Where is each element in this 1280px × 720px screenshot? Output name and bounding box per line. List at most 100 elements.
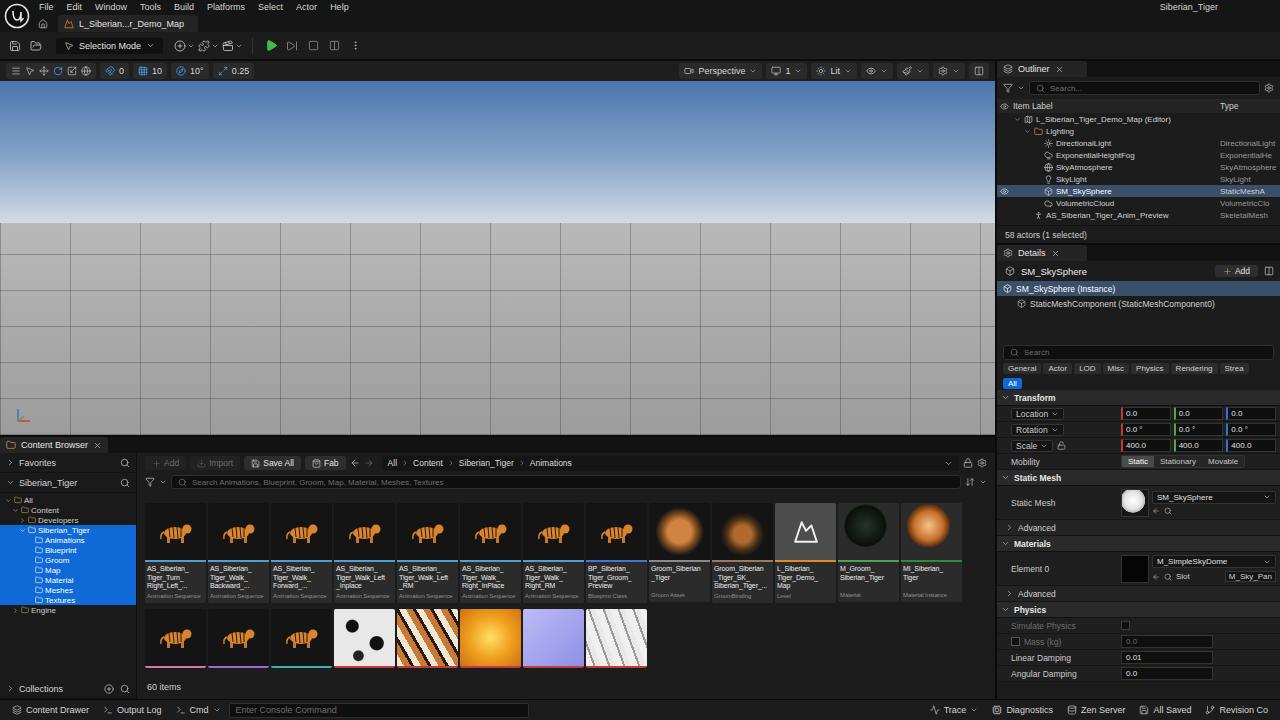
asset-search-field[interactable]: Search Animations, Blueprint, Groom, Map… <box>171 475 961 489</box>
view-mode-button[interactable]: Perspective <box>679 63 762 79</box>
outliner-row[interactable]: Lighting <box>997 125 1280 137</box>
import-button[interactable]: Import <box>190 456 240 470</box>
override-checkbox[interactable] <box>1011 637 1020 646</box>
asset-tile[interactable] <box>334 609 395 668</box>
use-selected-icon[interactable] <box>1152 507 1160 515</box>
back-icon[interactable] <box>350 458 360 468</box>
folder-tree-item[interactable]: Siberian_Tiger <box>0 525 136 535</box>
menu-item[interactable]: Select <box>253 2 291 12</box>
browse-button[interactable] <box>27 36 45 56</box>
asset-tile[interactable]: AS_Siberian_Tiger_Turn_Right_Left_...Ani… <box>145 503 206 603</box>
close-icon[interactable] <box>93 441 102 450</box>
category-filter[interactable]: General <box>1003 363 1041 374</box>
category-filter[interactable]: Misc <box>1103 363 1129 374</box>
asset-tile[interactable] <box>397 609 458 668</box>
asset-picker[interactable]: SM_SkySphere <box>1152 491 1276 504</box>
filter-icon[interactable] <box>145 477 155 487</box>
viewport-scene[interactable] <box>0 81 995 435</box>
menu-item[interactable]: Build <box>169 2 202 12</box>
menu-item[interactable]: File <box>34 2 62 12</box>
vector-field[interactable]: 400.0 <box>1226 439 1276 452</box>
asset-tile[interactable]: MI_Siberian_TigerMaterial Instance <box>901 503 962 602</box>
layout-button[interactable] <box>969 63 989 79</box>
filter-icon[interactable] <box>1003 83 1013 93</box>
details-search[interactable]: Search <box>1003 345 1274 360</box>
section-header[interactable]: Materials <box>997 536 1280 552</box>
folder-tree-item[interactable]: Animations <box>0 535 136 545</box>
transform-mode-dropdown[interactable]: Location <box>1011 408 1064 420</box>
play-button[interactable] <box>262 36 280 56</box>
snap-control[interactable]: 0.25 <box>213 63 255 79</box>
path-crumb[interactable]: Siberian_Tiger <box>459 458 514 468</box>
advance-frame-button[interactable] <box>283 36 301 56</box>
asset-tile[interactable]: BP_Siberian_Tiger_Groom_PreviewBlueprint… <box>586 503 647 603</box>
menu-item[interactable]: Help <box>325 2 357 12</box>
outliner-tab[interactable]: Outliner <box>997 61 1087 77</box>
outliner-row[interactable]: SM_SkySphereStaticMeshA <box>997 185 1280 197</box>
component-row[interactable]: SM_SkySphere (Instance) <box>997 281 1280 296</box>
favorites-header[interactable]: Favorites <box>0 453 136 473</box>
asset-tile[interactable]: AS_Siberian_Tiger_Walk_Left_InplaceAnima… <box>334 503 395 603</box>
trace-button[interactable]: Trace <box>924 705 985 715</box>
menu-item[interactable]: Edit <box>62 2 91 12</box>
revision-button[interactable]: Revision Co <box>1199 705 1274 715</box>
scale-icon[interactable] <box>67 66 77 76</box>
section-header[interactable]: Transform <box>997 390 1280 406</box>
folder-tree-item[interactable]: Content <box>0 505 136 515</box>
path-history-icon[interactable] <box>944 459 953 468</box>
console-input[interactable]: Enter Console Command <box>229 703 529 718</box>
asset-tile[interactable]: AS_Siberian_Tiger_Walk_Left_RMAnimation … <box>397 503 458 603</box>
world-space-icon[interactable] <box>81 66 91 76</box>
snap-control[interactable]: 10° <box>171 63 209 79</box>
number-field[interactable]: 0.0 <box>1121 635 1213 648</box>
number-field[interactable]: 0.0 <box>1121 667 1213 680</box>
outliner-search[interactable]: Search... <box>1029 81 1260 95</box>
viewport-menu-icon[interactable] <box>11 66 21 76</box>
level-viewport[interactable]: 01010°0.25Perspective1Lit <box>0 61 995 435</box>
menu-item[interactable]: Tools <box>135 2 169 12</box>
vector-field[interactable]: 0.0 ° <box>1226 423 1276 436</box>
save-button[interactable]: Save All <box>244 456 301 470</box>
snap-control[interactable]: 10 <box>133 63 167 79</box>
asset-tile[interactable]: AS_Siberian_Tiger_Walk_Backward_...Anima… <box>208 503 269 603</box>
blueprints-button[interactable] <box>198 36 219 56</box>
asset-tile[interactable] <box>523 609 584 668</box>
folder-tree-item[interactable]: All <box>0 495 136 505</box>
path-crumb[interactable]: All <box>388 458 397 468</box>
settings-icon[interactable] <box>1264 83 1274 93</box>
folder-tree-item[interactable]: Blueprint <box>0 545 136 555</box>
close-icon[interactable] <box>1051 249 1060 258</box>
menu-item[interactable]: Platforms <box>202 2 253 12</box>
transform-mode-dropdown[interactable]: Rotation <box>1011 424 1064 436</box>
layout-icon[interactable] <box>1264 266 1274 276</box>
asset-tile[interactable]: M_Groom_Siberian_TigerMaterial <box>838 503 899 602</box>
add-collection-icon[interactable] <box>104 684 114 694</box>
asset-tile[interactable]: AS_Siberian_Tiger_Walk_Forward_...Animat… <box>271 503 332 603</box>
advanced-toggle[interactable]: Advanced <box>997 586 1280 602</box>
column-header[interactable]: Item Label <box>1011 101 1220 111</box>
number-field[interactable]: 0.01 <box>1121 651 1213 664</box>
component-row[interactable]: StaticMeshComponent (StaticMeshComponent… <box>997 296 1280 311</box>
vector-field[interactable]: 0.0 ° <box>1174 423 1224 436</box>
advanced-toggle[interactable]: Advanced <box>997 520 1280 536</box>
details-tab[interactable]: Details <box>997 245 1087 261</box>
search-icon[interactable] <box>120 458 130 468</box>
visibility-icon[interactable] <box>1000 187 1009 196</box>
eject-button[interactable] <box>325 36 343 56</box>
menu-item[interactable]: Actor <box>291 2 325 12</box>
lighting-mode-button[interactable]: Lit <box>811 63 857 79</box>
menu-item[interactable]: Window <box>90 2 135 12</box>
select-icon[interactable] <box>25 66 35 76</box>
saved-button[interactable]: All Saved <box>1133 705 1197 715</box>
cmd-button[interactable]: Cmd <box>170 705 227 715</box>
outliner-row[interactable]: VolumetricCloudVolumetricClo <box>997 197 1280 209</box>
folder-tree-item[interactable]: Meshes <box>0 585 136 595</box>
show-flags-button[interactable] <box>861 63 893 79</box>
add-component-button[interactable]: Add <box>1215 265 1258 277</box>
path-crumb[interactable]: Animations <box>530 458 572 468</box>
slot-value[interactable]: M_Sky_Pan <box>1225 571 1276 582</box>
cinematics-button[interactable] <box>222 36 243 56</box>
category-filter[interactable]: Physics <box>1131 363 1169 374</box>
performance-button[interactable] <box>897 63 929 79</box>
asset-tile[interactable]: Groom_Siberian_TigerGroom Asset <box>649 503 710 602</box>
